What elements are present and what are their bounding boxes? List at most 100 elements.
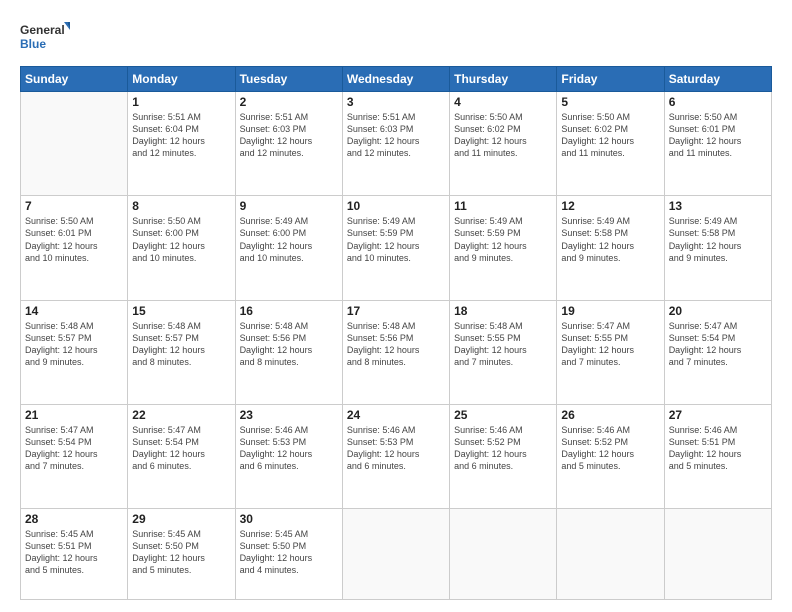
day-number: 25	[454, 408, 552, 422]
day-number: 6	[669, 95, 767, 109]
weekday-header: Wednesday	[342, 67, 449, 92]
day-info: Sunrise: 5:46 AM Sunset: 5:53 PM Dayligh…	[347, 424, 445, 473]
calendar-cell: 3 Sunrise: 5:51 AM Sunset: 6:03 PM Daylig…	[342, 92, 449, 196]
calendar-cell: 16 Sunrise: 5:48 AM Sunset: 5:56 PM Dayli…	[235, 300, 342, 404]
calendar-cell: 18 Sunrise: 5:48 AM Sunset: 5:55 PM Dayli…	[450, 300, 557, 404]
day-number: 10	[347, 199, 445, 213]
calendar-cell: 13 Sunrise: 5:49 AM Sunset: 5:58 PM Dayli…	[664, 196, 771, 300]
calendar-cell: 25 Sunrise: 5:46 AM Sunset: 5:52 PM Dayli…	[450, 404, 557, 508]
day-number: 14	[25, 304, 123, 318]
day-info: Sunrise: 5:48 AM Sunset: 5:56 PM Dayligh…	[240, 320, 338, 369]
day-number: 1	[132, 95, 230, 109]
day-info: Sunrise: 5:46 AM Sunset: 5:51 PM Dayligh…	[669, 424, 767, 473]
calendar-cell: 15Sunrise: 5:48 AM Sunset: 5:57 PM Dayli…	[128, 300, 235, 404]
day-number: 19	[561, 304, 659, 318]
day-number: 23	[240, 408, 338, 422]
calendar-table: SundayMondayTuesdayWednesdayThursdayFrid…	[20, 66, 772, 600]
calendar-cell: 24 Sunrise: 5:46 AM Sunset: 5:53 PM Dayli…	[342, 404, 449, 508]
page: General Blue SundayMondayTuesdayWednesda…	[0, 0, 792, 612]
day-info: Sunrise: 5:47 AM Sunset: 5:54 PM Dayligh…	[132, 424, 230, 473]
day-info: Sunrise: 5:50 AM Sunset: 6:00 PM Dayligh…	[132, 215, 230, 264]
day-info: Sunrise: 5:46 AM Sunset: 5:53 PM Dayligh…	[240, 424, 338, 473]
calendar-cell: 2 Sunrise: 5:51 AM Sunset: 6:03 PM Daylig…	[235, 92, 342, 196]
day-number: 27	[669, 408, 767, 422]
day-number: 24	[347, 408, 445, 422]
calendar-cell: 14 Sunrise: 5:48 AM Sunset: 5:57 PM Dayli…	[21, 300, 128, 404]
calendar-week-row: 14 Sunrise: 5:48 AM Sunset: 5:57 PM Dayli…	[21, 300, 772, 404]
svg-text:Blue: Blue	[20, 37, 46, 51]
calendar-cell: 23 Sunrise: 5:46 AM Sunset: 5:53 PM Dayli…	[235, 404, 342, 508]
calendar-cell: 6 Sunrise: 5:50 AM Sunset: 6:01 PM Daylig…	[664, 92, 771, 196]
weekday-header: Saturday	[664, 67, 771, 92]
day-info: Sunrise: 5:51 AM Sunset: 6:04 PM Dayligh…	[132, 111, 230, 160]
calendar-cell: 27 Sunrise: 5:46 AM Sunset: 5:51 PM Dayli…	[664, 404, 771, 508]
calendar-cell: 29 Sunrise: 5:45 AM Sunset: 5:50 PM Dayli…	[128, 509, 235, 600]
day-info: Sunrise: 5:50 AM Sunset: 6:01 PM Dayligh…	[25, 215, 123, 264]
calendar-week-row: 21 Sunrise: 5:47 AM Sunset: 5:54 PM Dayli…	[21, 404, 772, 508]
day-info: Sunrise: 5:50 AM Sunset: 6:02 PM Dayligh…	[561, 111, 659, 160]
day-info: Sunrise: 5:46 AM Sunset: 5:52 PM Dayligh…	[561, 424, 659, 473]
day-info: Sunrise: 5:51 AM Sunset: 6:03 PM Dayligh…	[240, 111, 338, 160]
svg-text:General: General	[20, 23, 65, 37]
calendar-cell: 20Sunrise: 5:47 AM Sunset: 5:54 PM Dayli…	[664, 300, 771, 404]
day-number: 7	[25, 199, 123, 213]
calendar-cell: 30Sunrise: 5:45 AM Sunset: 5:50 PM Dayli…	[235, 509, 342, 600]
day-info: Sunrise: 5:48 AM Sunset: 5:55 PM Dayligh…	[454, 320, 552, 369]
day-info: Sunrise: 5:49 AM Sunset: 5:58 PM Dayligh…	[561, 215, 659, 264]
weekday-header-row: SundayMondayTuesdayWednesdayThursdayFrid…	[21, 67, 772, 92]
calendar-cell: 4 Sunrise: 5:50 AM Sunset: 6:02 PM Daylig…	[450, 92, 557, 196]
day-info: Sunrise: 5:47 AM Sunset: 5:54 PM Dayligh…	[25, 424, 123, 473]
calendar-cell: 12 Sunrise: 5:49 AM Sunset: 5:58 PM Dayli…	[557, 196, 664, 300]
calendar-cell	[21, 92, 128, 196]
day-number: 21	[25, 408, 123, 422]
logo: General Blue	[20, 18, 70, 58]
header: General Blue	[20, 18, 772, 58]
day-number: 16	[240, 304, 338, 318]
day-number: 18	[454, 304, 552, 318]
day-info: Sunrise: 5:45 AM Sunset: 5:50 PM Dayligh…	[132, 528, 230, 577]
calendar-cell: 5Sunrise: 5:50 AM Sunset: 6:02 PM Daylig…	[557, 92, 664, 196]
weekday-header: Friday	[557, 67, 664, 92]
calendar-cell: 28 Sunrise: 5:45 AM Sunset: 5:51 PM Dayli…	[21, 509, 128, 600]
calendar-cell: 9 Sunrise: 5:49 AM Sunset: 6:00 PM Daylig…	[235, 196, 342, 300]
day-info: Sunrise: 5:45 AM Sunset: 5:50 PM Dayligh…	[240, 528, 338, 577]
day-info: Sunrise: 5:46 AM Sunset: 5:52 PM Dayligh…	[454, 424, 552, 473]
day-info: Sunrise: 5:45 AM Sunset: 5:51 PM Dayligh…	[25, 528, 123, 577]
calendar-cell: 22Sunrise: 5:47 AM Sunset: 5:54 PM Dayli…	[128, 404, 235, 508]
day-number: 3	[347, 95, 445, 109]
day-info: Sunrise: 5:49 AM Sunset: 5:58 PM Dayligh…	[669, 215, 767, 264]
calendar-cell: 17Sunrise: 5:48 AM Sunset: 5:56 PM Dayli…	[342, 300, 449, 404]
calendar-cell: 26Sunrise: 5:46 AM Sunset: 5:52 PM Dayli…	[557, 404, 664, 508]
calendar-week-row: 28 Sunrise: 5:45 AM Sunset: 5:51 PM Dayli…	[21, 509, 772, 600]
day-number: 12	[561, 199, 659, 213]
day-number: 9	[240, 199, 338, 213]
day-number: 29	[132, 512, 230, 526]
calendar-week-row: 1 Sunrise: 5:51 AM Sunset: 6:04 PM Daylig…	[21, 92, 772, 196]
calendar-cell: 19Sunrise: 5:47 AM Sunset: 5:55 PM Dayli…	[557, 300, 664, 404]
weekday-header: Tuesday	[235, 67, 342, 92]
day-number: 8	[132, 199, 230, 213]
day-info: Sunrise: 5:50 AM Sunset: 6:02 PM Dayligh…	[454, 111, 552, 160]
calendar-cell	[557, 509, 664, 600]
day-number: 4	[454, 95, 552, 109]
calendar-cell	[664, 509, 771, 600]
calendar-cell: 8 Sunrise: 5:50 AM Sunset: 6:00 PM Daylig…	[128, 196, 235, 300]
logo-svg: General Blue	[20, 18, 70, 58]
day-info: Sunrise: 5:48 AM Sunset: 5:57 PM Dayligh…	[132, 320, 230, 369]
weekday-header: Monday	[128, 67, 235, 92]
weekday-header: Thursday	[450, 67, 557, 92]
calendar-cell: 10 Sunrise: 5:49 AM Sunset: 5:59 PM Dayli…	[342, 196, 449, 300]
calendar-cell: 1 Sunrise: 5:51 AM Sunset: 6:04 PM Daylig…	[128, 92, 235, 196]
day-number: 13	[669, 199, 767, 213]
day-number: 2	[240, 95, 338, 109]
calendar-cell: 21 Sunrise: 5:47 AM Sunset: 5:54 PM Dayli…	[21, 404, 128, 508]
day-info: Sunrise: 5:49 AM Sunset: 5:59 PM Dayligh…	[347, 215, 445, 264]
calendar-cell	[342, 509, 449, 600]
day-number: 11	[454, 199, 552, 213]
day-info: Sunrise: 5:48 AM Sunset: 5:57 PM Dayligh…	[25, 320, 123, 369]
day-info: Sunrise: 5:49 AM Sunset: 6:00 PM Dayligh…	[240, 215, 338, 264]
day-info: Sunrise: 5:50 AM Sunset: 6:01 PM Dayligh…	[669, 111, 767, 160]
day-info: Sunrise: 5:51 AM Sunset: 6:03 PM Dayligh…	[347, 111, 445, 160]
day-number: 28	[25, 512, 123, 526]
calendar-cell	[450, 509, 557, 600]
